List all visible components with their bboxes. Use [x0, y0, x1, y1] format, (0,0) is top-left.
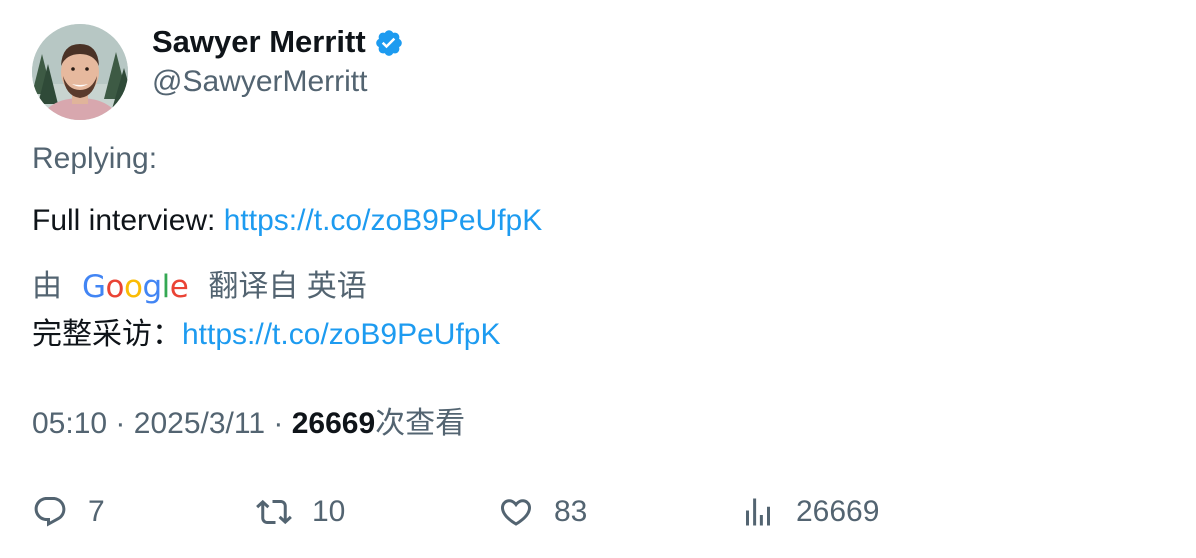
heart-icon	[500, 499, 532, 526]
retweet-button[interactable]: 10	[256, 490, 345, 534]
author-handle[interactable]: @SawyerMerritt	[152, 64, 367, 100]
reply-count: 7	[88, 495, 105, 528]
meta-separator-2: ·	[273, 407, 284, 440]
author-name[interactable]: Sawyer Merritt	[152, 24, 404, 60]
avatar[interactable]	[32, 24, 128, 120]
views-count[interactable]: 26669	[292, 407, 375, 440]
action-bar: 7 10 83 26669	[0, 490, 1196, 534]
translated-text-prefix: 完整采访：	[32, 318, 182, 351]
reply-icon	[34, 497, 66, 527]
tweet-link[interactable]: https://t.co/zoB9PeUfpK	[224, 204, 543, 237]
tweet-text: Full interview: https://t.co/zoB9PeUfpK	[32, 203, 542, 239]
meta-separator: ·	[115, 407, 126, 440]
like-button[interactable]: 83	[498, 490, 587, 534]
tweet-detail: Sawyer Merritt @SawyerMerritt Replying: …	[0, 0, 1196, 558]
avatar-image	[32, 24, 128, 120]
tweet-time[interactable]: 05:10	[32, 407, 107, 440]
retweet-count: 10	[312, 495, 346, 528]
views-label: 次查看	[375, 407, 466, 440]
translated-text: 完整采访：https://t.co/zoB9PeUfpK	[32, 316, 501, 354]
retweet-icon	[256, 499, 292, 525]
translation-by-label: 由	[32, 270, 62, 303]
replying-label: Replying:	[32, 142, 158, 175]
tweet-text-prefix: Full interview:	[32, 204, 224, 237]
analytics-icon	[746, 498, 770, 526]
translation-attribution: 由 Google 翻译自 英语	[32, 268, 367, 306]
tweet-date[interactable]: 2025/3/11	[134, 407, 265, 440]
views-action-count: 26669	[796, 495, 880, 528]
google-logo[interactable]: Google	[82, 268, 189, 306]
reply-button[interactable]: 7	[32, 490, 105, 534]
translation-from-label: 翻译自 英语	[208, 270, 367, 303]
author-name-text[interactable]: Sawyer Merritt	[152, 24, 366, 60]
views-button[interactable]: 26669	[740, 490, 879, 534]
like-count: 83	[554, 495, 588, 528]
translated-link[interactable]: https://t.co/zoB9PeUfpK	[182, 318, 501, 351]
verified-badge-icon[interactable]	[374, 28, 404, 58]
tweet-meta: 05:10 · 2025/3/11 · 26669次查看	[32, 405, 465, 443]
